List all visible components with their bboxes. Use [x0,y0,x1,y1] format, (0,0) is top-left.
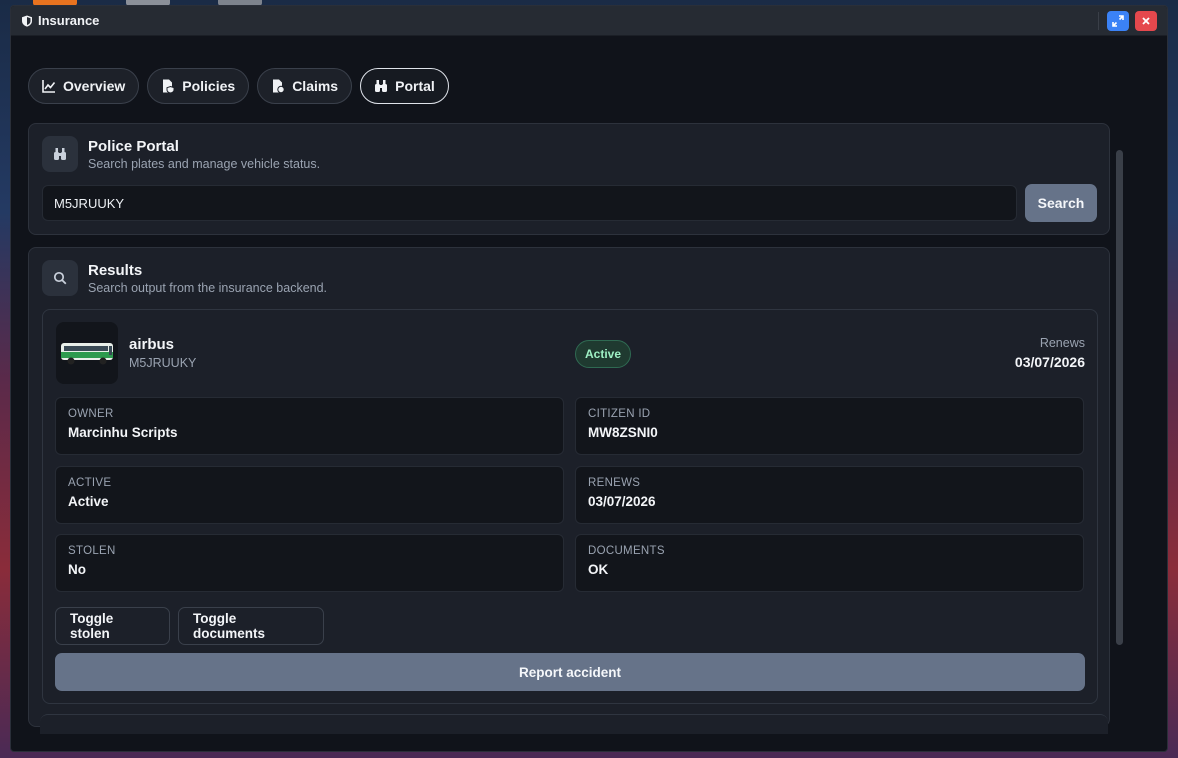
vehicle-plate: M5JRUUKY [129,356,197,370]
portal-title: Police Portal [88,138,179,155]
portal-subtitle: Search plates and manage vehicle status. [88,157,321,171]
file-shield-icon [163,79,175,93]
close-button[interactable] [1135,10,1157,31]
vehicle-model: airbus [129,336,175,353]
field-label: CITIZEN ID [588,408,651,420]
toggle-documents-button[interactable]: Toggle documents [178,607,324,645]
tab-portal[interactable]: Portal [360,68,449,104]
tab-claims[interactable]: Claims [257,68,353,104]
window-title: Insurance [38,13,100,28]
vehicle-image [56,322,118,384]
tab-overview[interactable]: Overview [28,68,140,104]
search-button[interactable]: Search [1025,184,1097,222]
expand-icon [1112,14,1124,27]
field-value: 03/07/2026 [588,494,656,509]
titlebar[interactable]: Insurance [11,6,1167,36]
results-title: Results [88,262,143,279]
maximize-button[interactable] [1107,10,1129,31]
binoculars-icon [42,136,78,172]
field-label: RENEWS [588,477,641,489]
police-portal-card: Police Portal Search plates and manage v… [28,123,1110,235]
field-documents: DOCUMENTS OK [575,534,1084,592]
tab-bar: Overview Policies Claims Portal [28,68,1110,104]
tab-label: Policies [182,78,236,94]
binoculars-icon [375,80,388,92]
field-value: Marcinhu Scripts [68,425,178,440]
close-icon [1142,16,1150,25]
field-value: OK [588,562,609,577]
field-label: ACTIVE [68,477,112,489]
renews-label: Renews [1039,336,1085,350]
field-active: ACTIVE Active [55,466,564,524]
vehicle-result: airbus M5JRUUKY Active Renews 03/07/2026… [42,309,1098,704]
field-label: DOCUMENTS [588,545,665,557]
shield-icon [22,15,32,27]
results-card: Results Search output from the insurance… [28,247,1110,727]
field-citizen-id: CITIZEN ID MW8ZSNI0 [575,397,1084,455]
next-card-partial [40,714,1108,734]
field-value: Active [68,494,109,509]
status-badge: Active [575,340,632,368]
tab-label: Overview [63,78,126,94]
search-icon [42,260,78,296]
tab-policies[interactable]: Policies [147,68,250,104]
titlebar-divider [1098,11,1099,30]
toggle-stolen-button[interactable]: Toggle stolen [55,607,170,645]
chart-line-icon [42,80,56,93]
field-label: STOLEN [68,545,116,557]
main-content: Overview Policies Claims Portal Police P… [28,68,1110,727]
scrollbar[interactable] [1116,150,1123,645]
field-renews: RENEWS 03/07/2026 [575,466,1084,524]
file-coin-icon [273,79,285,93]
renews-date: 03/07/2026 [1014,354,1085,370]
tab-label: Portal [395,78,435,94]
field-value: MW8ZSNI0 [588,425,658,440]
results-subtitle: Search output from the insurance backend… [88,281,328,295]
report-accident-button[interactable]: Report accident [55,653,1085,691]
field-value: No [68,562,86,577]
tab-label: Claims [292,78,339,94]
field-stolen: STOLEN No [55,534,564,592]
field-owner: OWNER Marcinhu Scripts [55,397,564,455]
field-label: OWNER [68,408,114,420]
plate-search-input[interactable] [42,185,1017,221]
